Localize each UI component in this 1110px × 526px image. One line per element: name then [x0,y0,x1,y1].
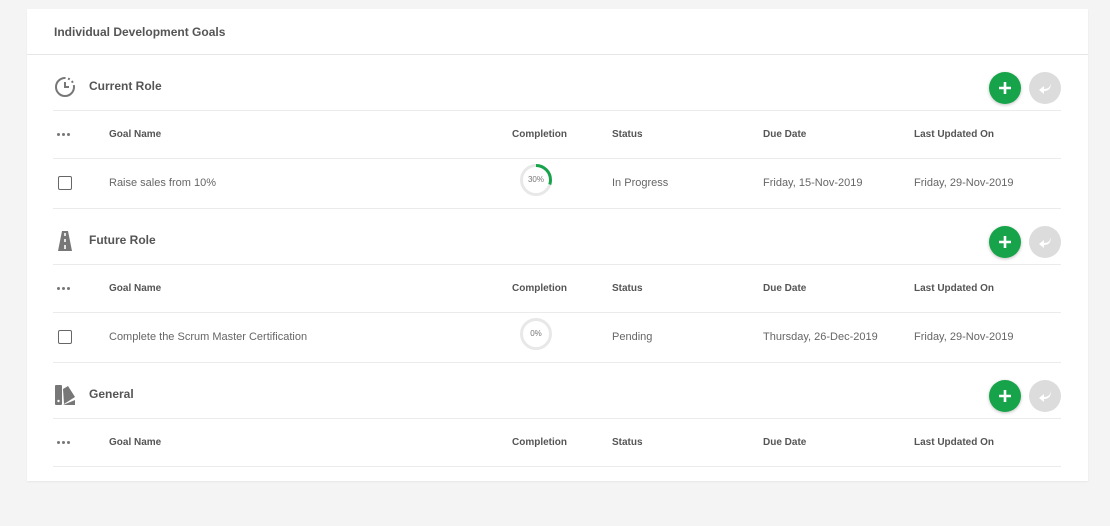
row-checkbox[interactable] [58,176,72,190]
goal-last-updated: Friday, 29-Nov-2019 [914,177,1014,189]
completion-label: 30% [527,175,544,184]
swatch-icon [55,385,75,405]
card-header: Individual Development Goals [27,9,1088,55]
column-status: Status [612,437,643,448]
section-general: General Goal Name Completion Status Due … [53,363,1061,467]
goal-name: Raise sales from 10% [109,177,216,189]
goal-status: Pending [612,331,653,343]
return-arrow-icon [1039,83,1051,94]
column-completion: Completion [512,283,567,294]
add-goal-button[interactable] [989,72,1021,104]
column-due-date: Due Date [763,129,807,140]
more-options-icon[interactable] [57,287,70,290]
column-last-updated: Last Updated On [914,129,995,140]
completion-progress: 0% [519,317,553,351]
table-header-row: Goal Name Completion Status Due Date Las… [53,419,1061,467]
add-goal-button[interactable] [989,380,1021,412]
plus-icon [999,390,1011,402]
road-icon [58,231,72,251]
clock-history-icon [55,77,75,97]
column-status: Status [612,283,643,294]
return-arrow-icon [1039,391,1051,402]
goal-last-updated: Friday, 29-Nov-2019 [914,331,1014,343]
completion-progress: 30% [519,163,553,197]
section-title: General [89,387,134,401]
goal-due-date: Thursday, 26-Dec-2019 [763,331,878,343]
return-button[interactable] [1029,380,1061,412]
completion-label: 0% [530,329,542,338]
table-row[interactable]: Raise sales from 10% 30% In Progress Fri… [53,159,1061,209]
goal-status: In Progress [612,177,669,189]
column-last-updated: Last Updated On [914,437,995,448]
plus-icon [999,236,1011,248]
section-future-role: Future Role Goal Name Completion Status … [53,209,1061,363]
section-header: Future Role [53,209,1061,265]
goal-name: Complete the Scrum Master Certification [109,331,308,343]
more-options-icon[interactable] [57,441,70,444]
table-header-row: Goal Name Completion Status Due Date Las… [53,111,1061,159]
add-goal-button[interactable] [989,226,1021,258]
table-row[interactable]: Complete the Scrum Master Certification … [53,313,1061,363]
section-header: General [53,363,1061,419]
more-options-icon[interactable] [57,133,70,136]
return-arrow-icon [1039,237,1051,248]
column-goal-name: Goal Name [109,437,162,448]
section-header: Current Role [53,55,1061,111]
table-header-row: Goal Name Completion Status Due Date Las… [53,265,1061,313]
column-last-updated: Last Updated On [914,283,995,294]
column-status: Status [612,129,643,140]
column-completion: Completion [512,129,567,140]
section-current-role: Current Role Goal Name Completion Status… [53,55,1061,209]
return-button[interactable] [1029,226,1061,258]
card-title: Individual Development Goals [54,24,226,39]
column-completion: Completion [512,437,567,448]
goals-card: Individual Development Goals Current Rol… [27,9,1088,481]
column-due-date: Due Date [763,437,807,448]
column-goal-name: Goal Name [109,129,162,140]
section-title: Future Role [89,233,156,247]
plus-icon [999,82,1011,94]
return-button[interactable] [1029,72,1061,104]
section-title: Current Role [89,79,162,93]
goal-due-date: Friday, 15-Nov-2019 [763,177,863,189]
row-checkbox[interactable] [58,330,72,344]
column-goal-name: Goal Name [109,283,162,294]
column-due-date: Due Date [763,283,807,294]
